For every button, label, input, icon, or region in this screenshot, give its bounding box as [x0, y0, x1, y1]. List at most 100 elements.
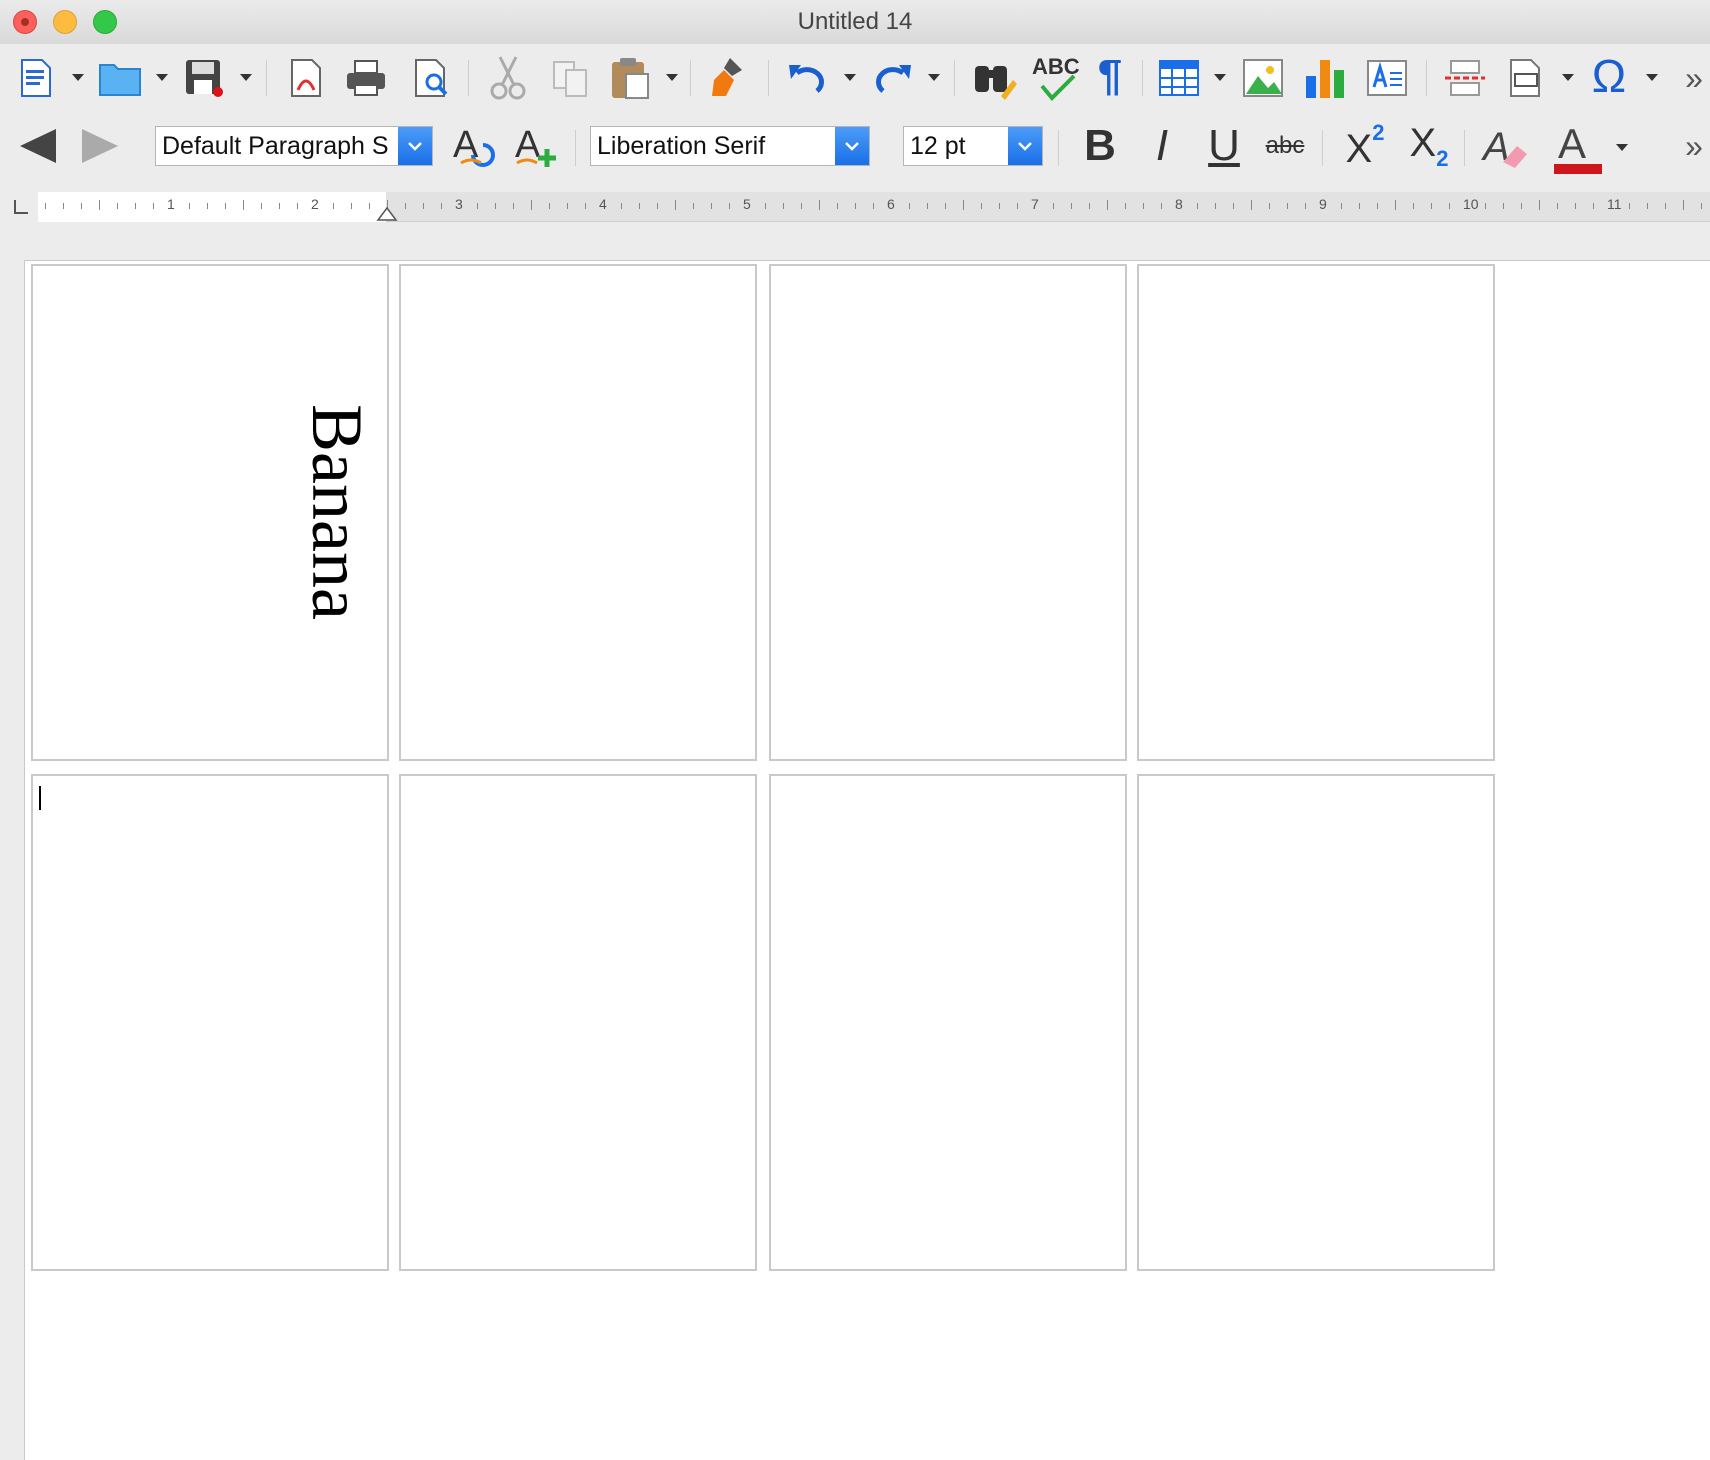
table-cell[interactable]: Banana [31, 264, 389, 761]
ruler-tick [423, 203, 424, 209]
font-name-combo[interactable]: Liberation Serif [590, 126, 870, 166]
table-cell[interactable] [769, 264, 1127, 761]
paragraph-style-dropdown[interactable] [398, 127, 432, 165]
undo-dropdown[interactable] [842, 72, 856, 82]
ruler-tick [621, 203, 622, 209]
ruler-label: 8 [1175, 196, 1183, 212]
update-style-icon: A [453, 124, 495, 167]
horizontal-ruler[interactable]: 1 2 3 4 5 6 7 8 9 10 11 [38, 192, 1710, 222]
chevron-down-icon [1018, 142, 1032, 151]
table-cell[interactable] [769, 774, 1127, 1271]
font-size-dropdown[interactable] [1008, 127, 1042, 165]
ruler-tick [1071, 203, 1072, 209]
insert-table-dropdown[interactable] [1212, 72, 1226, 82]
document-page[interactable]: Banana [24, 260, 1710, 1460]
overflow-icon: » [1685, 59, 1703, 96]
standard-toolbar-overflow-button[interactable]: » [1680, 56, 1708, 100]
insert-field-button[interactable] [1504, 56, 1548, 100]
indent-marker-icon[interactable] [376, 206, 398, 222]
new-document-button[interactable] [16, 56, 56, 100]
ruler-tick [909, 203, 910, 209]
insert-table-button[interactable] [1156, 56, 1202, 100]
find-replace-button[interactable] [970, 54, 1018, 102]
font-size-value: 12 pt [910, 131, 966, 160]
formatting-marks-button[interactable]: ¶ [1090, 50, 1130, 102]
clear-formatting-button[interactable]: A [1478, 120, 1532, 172]
bold-button[interactable]: B [1076, 120, 1124, 172]
special-character-dropdown[interactable] [1644, 72, 1658, 82]
ruler-tick [693, 203, 694, 209]
italic-icon: I [1155, 121, 1169, 170]
paste-dropdown[interactable] [664, 72, 678, 82]
ruler-tick [1089, 203, 1090, 209]
print-preview-button[interactable] [410, 56, 454, 100]
strikethrough-button[interactable]: abc [1260, 120, 1310, 172]
ruler-tick [495, 203, 496, 209]
paste-button[interactable] [608, 54, 654, 102]
page-break-button[interactable] [1442, 56, 1488, 100]
cut-button[interactable] [486, 54, 530, 102]
insert-chart-button[interactable] [1302, 56, 1348, 100]
sidebar-back-button[interactable] [16, 126, 60, 166]
table-cell[interactable] [1137, 264, 1495, 761]
subscript-button[interactable]: X2 [1402, 120, 1456, 172]
new-document-dropdown[interactable] [70, 72, 84, 82]
font-size-combo[interactable]: 12 pt [903, 126, 1043, 166]
table-cell[interactable] [399, 774, 757, 1271]
italic-button[interactable]: I [1140, 120, 1184, 172]
new-style-button[interactable]: A [512, 122, 564, 172]
save-dropdown[interactable] [238, 72, 252, 82]
tab-stop-selector[interactable] [14, 200, 28, 214]
ruler-tick [1485, 203, 1486, 209]
font-color-dropdown[interactable] [1614, 142, 1628, 152]
table-cell[interactable] [31, 774, 389, 1271]
clone-formatting-button[interactable] [706, 54, 750, 102]
paintbrush-icon [712, 58, 742, 96]
ruler-tick [783, 203, 784, 209]
ruler-tick [333, 203, 334, 209]
update-style-button[interactable]: A [450, 122, 502, 172]
redo-button[interactable] [870, 56, 914, 100]
open-dropdown[interactable] [154, 72, 168, 82]
ruler-label: 6 [887, 196, 895, 212]
redo-dropdown[interactable] [926, 72, 940, 82]
ruler-tick [477, 203, 478, 209]
ruler-tick [99, 200, 100, 210]
special-character-button[interactable]: Ω [1586, 50, 1632, 102]
ruler-label: 3 [455, 196, 463, 212]
export-pdf-button[interactable] [286, 56, 326, 100]
ruler-tick [1413, 203, 1414, 209]
table-cell[interactable] [399, 264, 757, 761]
underline-button[interactable]: U [1200, 120, 1248, 172]
scissors-icon [490, 56, 526, 100]
printer-icon [347, 60, 385, 96]
clipboard-icon [612, 58, 649, 99]
document-area: Banana [0, 232, 1710, 1460]
open-button[interactable] [96, 56, 144, 100]
sidebar-forward-button[interactable] [78, 126, 122, 166]
font-color-icon: A [1558, 120, 1587, 167]
ruler-label: 7 [1031, 196, 1039, 212]
copy-icon [553, 61, 587, 97]
redo-icon [876, 65, 911, 93]
ruler-tick [657, 203, 658, 209]
formatting-toolbar-overflow-button[interactable]: » [1680, 126, 1708, 166]
ruler-tick [1269, 203, 1270, 209]
ruler-tick [765, 203, 766, 209]
superscript-button[interactable]: X2 [1338, 120, 1392, 172]
save-button[interactable] [182, 56, 226, 100]
insert-textbox-button[interactable] [1364, 56, 1410, 100]
spelling-button[interactable]: ABC [1030, 52, 1082, 102]
undo-button[interactable] [786, 56, 830, 100]
copy-button[interactable] [548, 56, 592, 100]
insert-image-button[interactable] [1240, 56, 1286, 100]
insert-field-dropdown[interactable] [1560, 72, 1574, 82]
font-color-button[interactable]: A [1552, 120, 1602, 176]
print-button[interactable] [344, 56, 388, 100]
paragraph-style-combo[interactable]: Default Paragraph S [155, 126, 433, 166]
ruler-tick [297, 203, 298, 209]
font-name-dropdown[interactable] [835, 127, 869, 165]
preview-icon [415, 59, 448, 97]
table-cell[interactable] [1137, 774, 1495, 1271]
ruler-label: 5 [743, 196, 751, 212]
